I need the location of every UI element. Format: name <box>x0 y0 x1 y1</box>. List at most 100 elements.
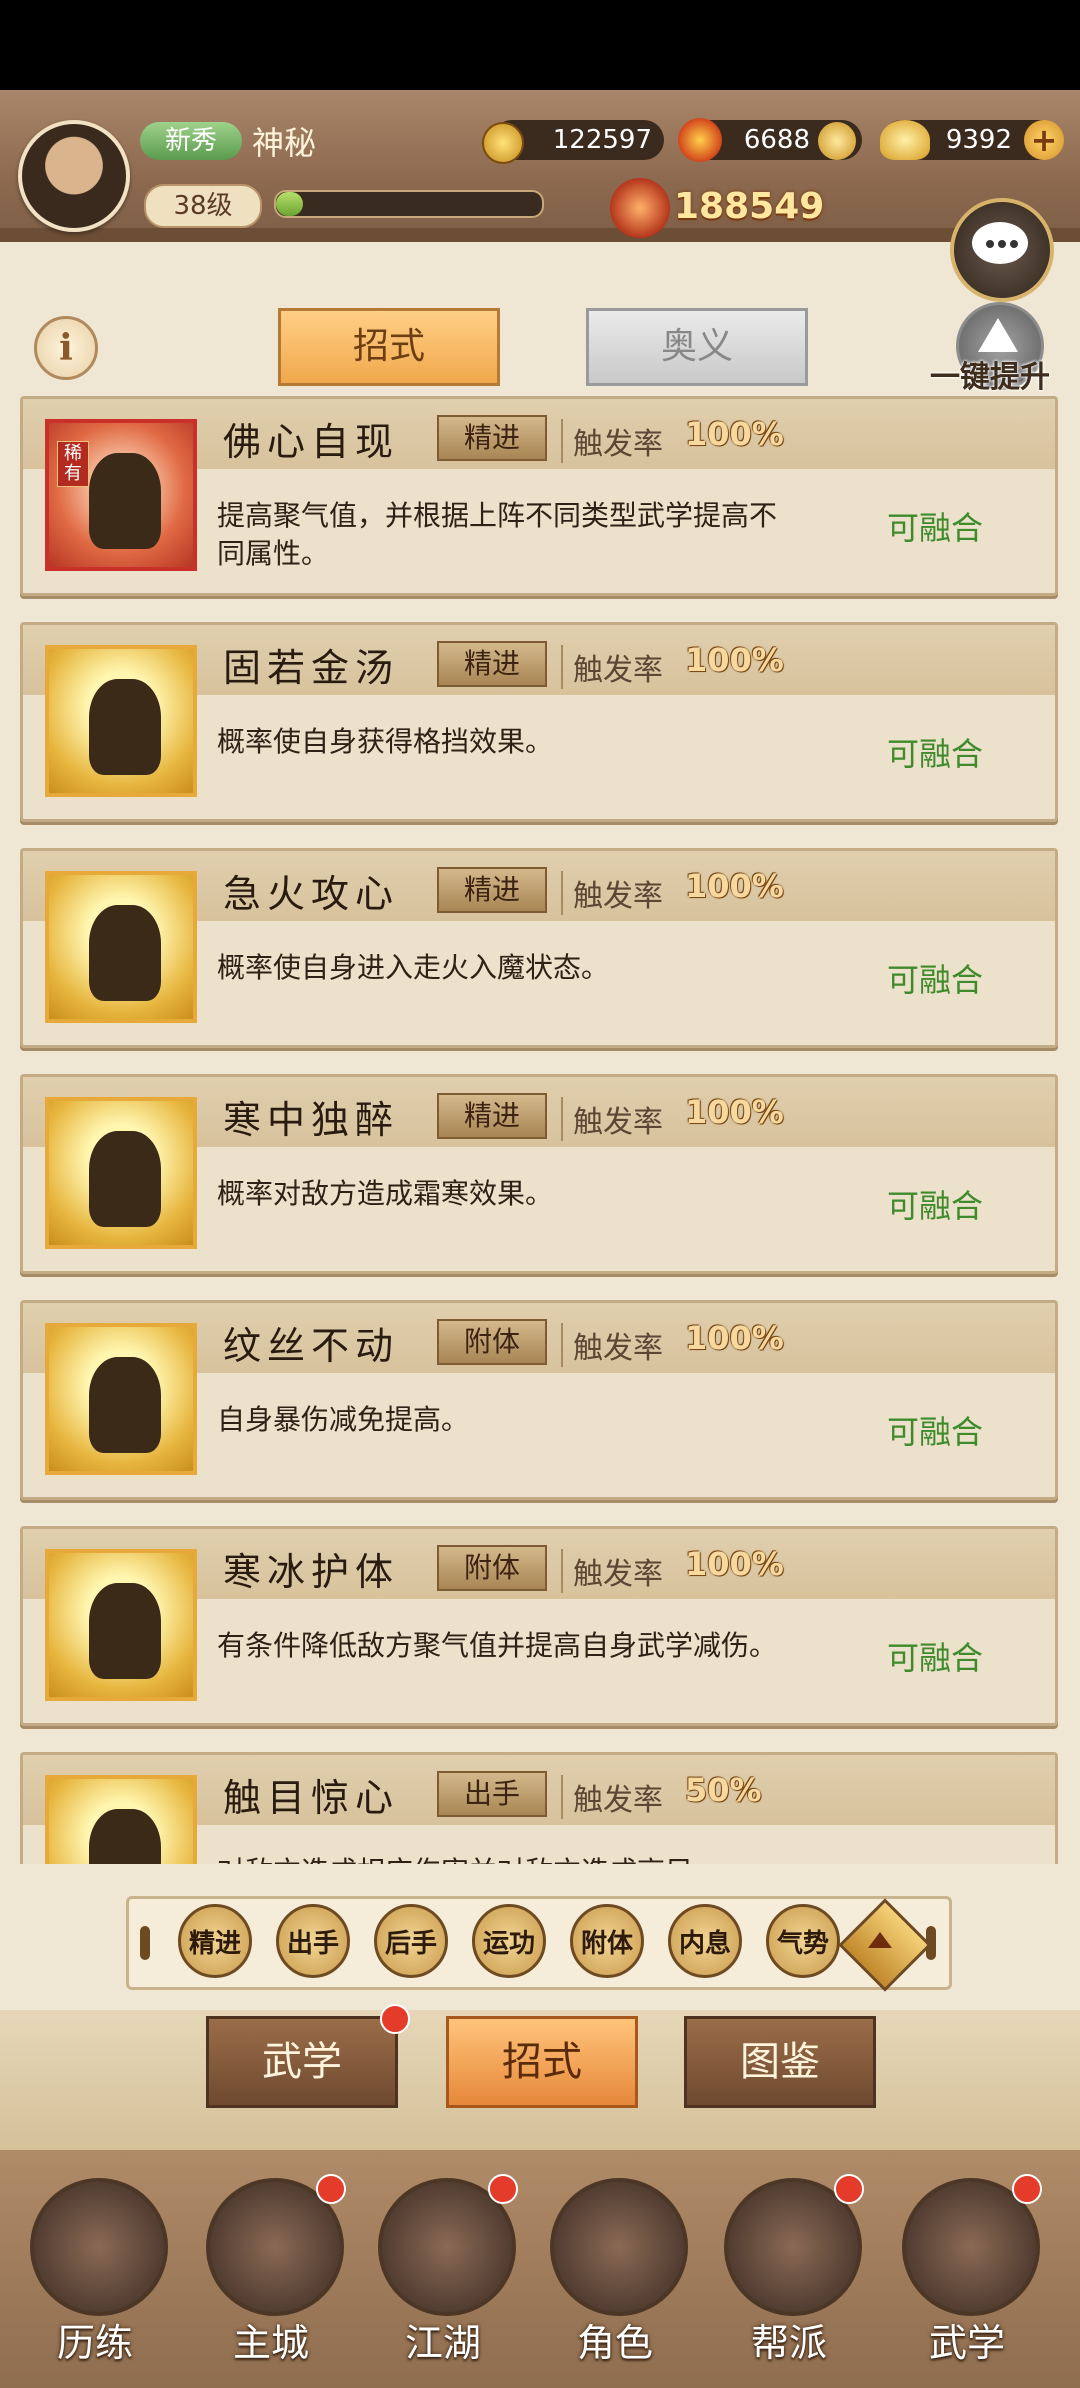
fusable-label: 可融合 <box>887 1187 984 1225</box>
status-bar <box>0 0 1080 90</box>
subtab-tujian[interactable]: 图鉴 <box>684 2016 876 2108</box>
skill-description: 有条件降低敌方聚气值并提高自身武学减伤。 <box>217 1629 778 1662</box>
skill-card[interactable]: 寒中独醉 精进 触发率 100% 概率对敌方造成霜寒效果。 可融合 <box>20 1074 1058 1274</box>
filter-2-button[interactable]: 后手 <box>374 1904 448 1978</box>
notification-dot <box>488 2174 518 2204</box>
exp-bar <box>274 190 544 218</box>
trigger-rate-value: 100% <box>685 415 784 453</box>
player-avatar[interactable] <box>18 120 130 232</box>
trigger-rate-label: 触发率 <box>561 1775 663 1819</box>
filter-5-button[interactable]: 内息 <box>668 1904 742 1978</box>
nav-label: 帮派 <box>750 2321 827 2365</box>
skill-card[interactable]: 寒冰护体 附体 触发率 100% 有条件降低敌方聚气值并提高自身武学减伤。 可融… <box>20 1526 1058 1726</box>
combat-power-icon <box>610 178 670 238</box>
nav-label: 武学 <box>928 2321 1005 2365</box>
skill-type-badge: 精进 <box>437 415 547 461</box>
chat-dot-icon <box>986 240 994 248</box>
skill-figure-icon <box>89 1357 161 1453</box>
skill-name: 固若金汤 <box>223 646 400 690</box>
trigger-rate-value: 50% <box>685 1771 762 1809</box>
trigger-rate-label: 触发率 <box>561 645 663 689</box>
skill-figure-icon <box>89 905 161 1001</box>
notification-dot <box>316 2174 346 2204</box>
skill-icon[interactable] <box>45 645 197 797</box>
skill-type-badge: 出手 <box>437 1771 547 1817</box>
skill-icon[interactable] <box>45 1549 197 1701</box>
filter-6-button[interactable]: 气势 <box>766 1904 840 1978</box>
skill-type-badge: 精进 <box>437 867 547 913</box>
one-click-upgrade-label: 一键提升 <box>930 360 1050 395</box>
nav-item-3[interactable]: 角色 <box>540 2178 690 2378</box>
skill-name: 急火攻心 <box>223 872 400 916</box>
nav-label: 角色 <box>576 2321 653 2365</box>
notification-dot <box>380 2004 410 2034</box>
player-name: 神秘 <box>252 124 317 162</box>
subtab-zhaoshi[interactable]: 招式 <box>446 2016 638 2108</box>
nav-label: 历练 <box>56 2321 133 2365</box>
fusable-label: 可融合 <box>887 735 984 773</box>
nav-icon <box>550 2178 688 2316</box>
tab-aoyi[interactable]: 奥义 <box>586 308 808 386</box>
skill-name: 寒冰护体 <box>223 1550 400 1594</box>
fusable-label: 可融合 <box>887 1639 984 1677</box>
header-border <box>0 228 1080 242</box>
skill-name: 寒中独醉 <box>223 1098 400 1142</box>
trigger-rate-label: 触发率 <box>561 871 663 915</box>
trigger-rate-value: 100% <box>685 1319 784 1357</box>
trigger-rate-value: 100% <box>685 1545 784 1583</box>
filter-0-button[interactable]: 精进 <box>178 1904 252 1978</box>
silver-ingot-icon <box>818 122 856 160</box>
chevron-up-icon <box>868 1932 892 1948</box>
fusable-label: 可融合 <box>887 509 984 547</box>
skill-figure-icon <box>89 1583 161 1679</box>
nav-item-0[interactable]: 历练 <box>20 2178 170 2378</box>
fire-icon <box>678 118 722 162</box>
level-badge: 38级 <box>144 184 262 228</box>
rarity-tag: 稀有 <box>57 441 89 487</box>
filter-3-button[interactable]: 运功 <box>472 1904 546 1978</box>
rank-badge: 新秀 <box>140 122 242 160</box>
gold-ingot-icon <box>880 120 930 160</box>
skill-name: 触目惊心 <box>223 1776 400 1820</box>
skill-figure-icon <box>89 1131 161 1227</box>
info-button[interactable]: i <box>34 316 98 380</box>
skill-icon[interactable] <box>45 871 197 1023</box>
filter-4-button[interactable]: 附体 <box>570 1904 644 1978</box>
skill-figure-icon <box>89 453 161 549</box>
skill-description: 自身暴伤减免提高。 <box>217 1403 470 1436</box>
tab-zhaoshi[interactable]: 招式 <box>278 308 500 386</box>
skill-icon[interactable] <box>45 1775 197 1864</box>
skill-list[interactable]: 佛心自现 精进 触发率 100% 提高聚气值，并根据上阵不同类型武学提高不同属性… <box>20 396 1060 1864</box>
skill-name: 佛心自现 <box>223 420 400 464</box>
filter-bar-end <box>140 1926 150 1960</box>
skill-name: 纹丝不动 <box>223 1324 400 1368</box>
subtab-wuxue[interactable]: 武学 <box>206 2016 398 2108</box>
skill-card[interactable]: 急火攻心 精进 触发率 100% 概率使自身进入走火入魔状态。 可融合 <box>20 848 1058 1048</box>
skill-icon[interactable] <box>45 1323 197 1475</box>
chat-dot-icon <box>998 240 1006 248</box>
skill-description: 概率使自身进入走火入魔状态。 <box>217 951 610 984</box>
skill-icon[interactable] <box>45 1097 197 1249</box>
skill-figure-icon <box>89 679 161 775</box>
chat-dot-icon <box>1010 240 1018 248</box>
skill-card[interactable]: 触目惊心 出手 触发率 50% 对敌方造成相应伤害并对敌方造成高目 <box>20 1752 1058 1864</box>
skill-figure-icon <box>89 1809 161 1864</box>
notification-dot <box>834 2174 864 2204</box>
nav-item-2[interactable]: 江湖 <box>368 2174 518 2378</box>
trigger-rate-value: 100% <box>685 1093 784 1131</box>
skill-card[interactable]: 固若金汤 精进 触发率 100% 概率使自身获得格挡效果。 可融合 <box>20 622 1058 822</box>
nav-label: 主城 <box>232 2321 309 2365</box>
skill-description: 概率对敌方造成霜寒效果。 <box>217 1177 554 1210</box>
trigger-rate-value: 100% <box>685 641 784 679</box>
skill-card[interactable]: 纹丝不动 附体 触发率 100% 自身暴伤减免提高。 可融合 <box>20 1300 1058 1500</box>
nav-item-5[interactable]: 武学 <box>892 2174 1042 2378</box>
nav-item-4[interactable]: 帮派 <box>714 2174 864 2378</box>
skill-description: 概率使自身获得格挡效果。 <box>217 725 554 758</box>
filter-1-button[interactable]: 出手 <box>276 1904 350 1978</box>
combat-power-value: 188549 <box>674 186 825 227</box>
skill-description: 对敌方造成相应伤害并对敌方造成高目 <box>217 1853 777 1864</box>
nav-item-1[interactable]: 主城 <box>196 2174 346 2378</box>
skill-card[interactable]: 佛心自现 精进 触发率 100% 提高聚气值，并根据上阵不同类型武学提高不同属性… <box>20 396 1058 596</box>
add-gold-button[interactable]: + <box>1024 120 1064 160</box>
skill-type-badge: 精进 <box>437 1093 547 1139</box>
